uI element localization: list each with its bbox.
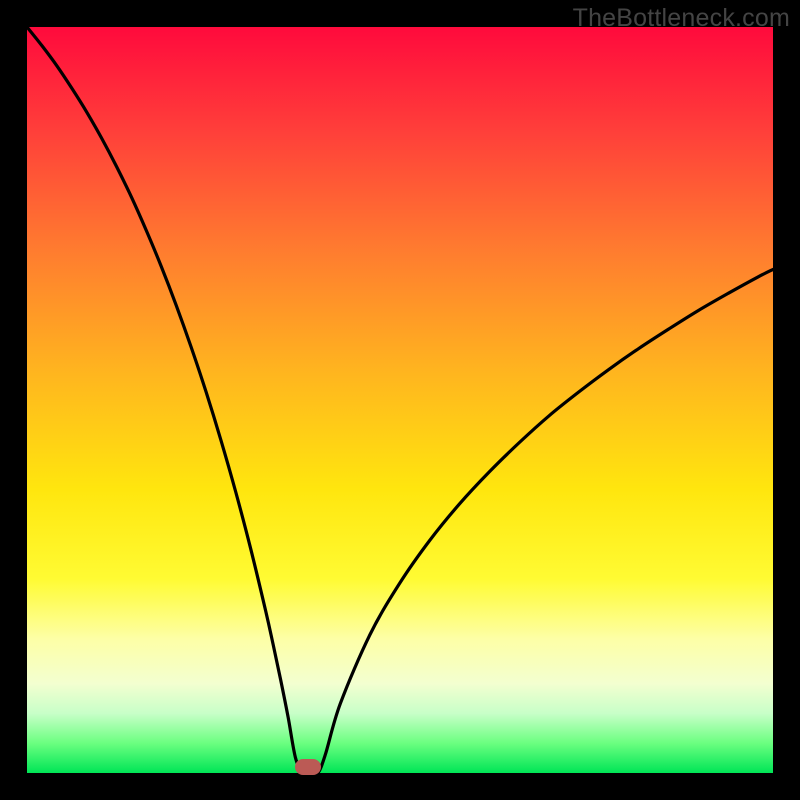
watermark-text: TheBottleneck.com bbox=[573, 4, 790, 33]
bottleneck-curve bbox=[27, 27, 773, 773]
optimal-point-marker bbox=[295, 759, 321, 775]
chart-frame: TheBottleneck.com bbox=[0, 0, 800, 800]
